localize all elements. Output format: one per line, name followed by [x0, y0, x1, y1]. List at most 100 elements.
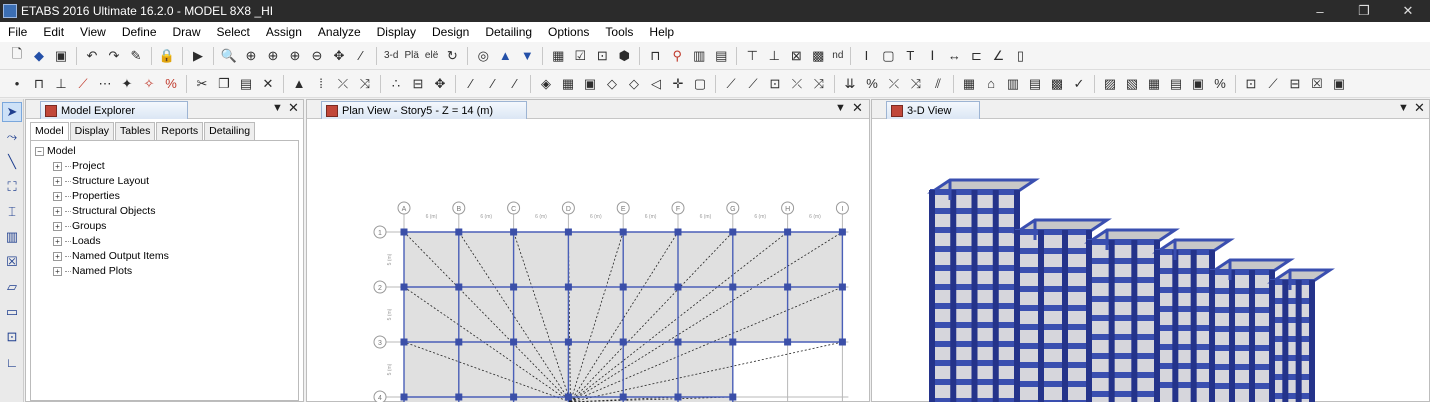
- erase-icon[interactable]: ✂: [193, 75, 211, 93]
- zoom-in-step-icon[interactable]: ⊕: [286, 47, 304, 65]
- 3d-view-canvas[interactable]: [872, 120, 1429, 402]
- frame-icon[interactable]: ⊓: [646, 47, 664, 65]
- design-check-icon[interactable]: ✓: [1070, 75, 1088, 93]
- shell-2-icon[interactable]: ◇: [625, 75, 643, 93]
- panel-close-icon[interactable]: ✕: [288, 100, 299, 116]
- menu-select[interactable]: Select: [209, 25, 258, 39]
- draw-column-tool-icon[interactable]: ⌶: [2, 202, 22, 222]
- run-analysis-icon[interactable]: ▶: [189, 47, 207, 65]
- node-button[interactable]: nd: [832, 50, 843, 61]
- draw-floor-icon[interactable]: %: [162, 75, 180, 93]
- draw-column-icon[interactable]: ⊥: [52, 75, 70, 93]
- draw-brace-icon[interactable]: ⟋: [74, 75, 92, 93]
- select-intersect-icon[interactable]: ⊟: [1286, 75, 1304, 93]
- delete-icon[interactable]: ✕: [259, 75, 277, 93]
- area-load-icon[interactable]: ▢: [691, 75, 709, 93]
- draw-rectangle-icon[interactable]: ▭: [2, 302, 22, 322]
- draw-braces-icon[interactable]: ☒: [2, 252, 22, 272]
- plan-dropdown-icon[interactable]: ▼: [835, 102, 846, 114]
- tree-item-groups[interactable]: + Groups: [35, 219, 298, 234]
- expand-icon[interactable]: +: [53, 207, 62, 216]
- shear-wall-design-icon[interactable]: ▣: [1189, 75, 1207, 93]
- select-all-icon[interactable]: ☒: [1308, 75, 1326, 93]
- show-stress-icon[interactable]: ▤: [1026, 75, 1044, 93]
- show-reactions-icon[interactable]: ▥: [1004, 75, 1022, 93]
- extrude-icon[interactable]: ⬢: [615, 47, 633, 65]
- 3d-view-tab[interactable]: 3-D View: [886, 101, 980, 119]
- assign-diaphragm-icon[interactable]: ⤨: [810, 75, 828, 93]
- subtab-model[interactable]: Model: [30, 122, 69, 141]
- section-cut-icon[interactable]: ◈: [537, 75, 555, 93]
- tree-item-loads[interactable]: + Loads: [35, 234, 298, 249]
- draw-wall-tool-icon[interactable]: ∟: [2, 352, 22, 372]
- draw-strip-icon[interactable]: ⁄: [506, 75, 524, 93]
- subtab-tables[interactable]: Tables: [115, 122, 156, 140]
- menu-draw[interactable]: Draw: [165, 25, 209, 39]
- assign-icon[interactable]: ⊡: [593, 47, 611, 65]
- menu-design[interactable]: Design: [424, 25, 477, 39]
- zoom-window-icon[interactable]: 🔍: [220, 47, 238, 65]
- copy-icon[interactable]: ❐: [215, 75, 233, 93]
- minimize-button[interactable]: –: [1298, 0, 1342, 22]
- menu-view[interactable]: View: [72, 25, 114, 39]
- pointer-icon[interactable]: ➤: [2, 102, 22, 122]
- 3d-close-icon[interactable]: ✕: [1414, 100, 1425, 116]
- collapse-icon[interactable]: −: [35, 147, 44, 156]
- assign-release-icon[interactable]: ⟋: [744, 75, 762, 93]
- draw-in-region-icon[interactable]: ⛶: [2, 177, 22, 197]
- draw-beam-icon[interactable]: ⊓: [30, 75, 48, 93]
- subtab-detailing[interactable]: Detailing: [204, 122, 256, 140]
- draw-rebar-icon[interactable]: ⁄: [484, 75, 502, 93]
- point-load-icon[interactable]: ✛: [669, 75, 687, 93]
- menu-options[interactable]: Options: [540, 25, 597, 39]
- set-display-options-icon[interactable]: ☑: [571, 47, 589, 65]
- select-poly-icon[interactable]: ⟋: [1264, 75, 1282, 93]
- menu-display[interactable]: Display: [369, 25, 424, 39]
- measure-icon[interactable]: ⁄: [352, 47, 370, 65]
- snap-icon[interactable]: ∴: [387, 75, 405, 93]
- draw-wall-icon[interactable]: ⁞: [312, 75, 330, 93]
- draw-opening-icon[interactable]: ⤫: [334, 75, 352, 93]
- show-forces-icon[interactable]: ▦: [960, 75, 978, 93]
- grid-icon[interactable]: ▦: [559, 75, 577, 93]
- move-up-icon[interactable]: ▲: [496, 47, 514, 65]
- wall-icon[interactable]: ▥: [690, 47, 708, 65]
- zoom-restore-icon[interactable]: ⊕: [242, 47, 260, 65]
- frame-load-icon[interactable]: ⇊: [841, 75, 859, 93]
- tree-item-project[interactable]: + Project: [35, 159, 298, 174]
- pan-icon[interactable]: ✥: [330, 47, 348, 65]
- tree-item-named-plots[interactable]: + Named Plots: [35, 264, 298, 279]
- spring-icon[interactable]: ⊥: [765, 47, 783, 65]
- concrete-design-icon[interactable]: ▧: [1123, 75, 1141, 93]
- reference-line-icon[interactable]: ⊟: [409, 75, 427, 93]
- assign-joint-icon[interactable]: ⊡: [766, 75, 784, 93]
- expand-icon[interactable]: +: [53, 162, 62, 171]
- close-button[interactable]: ✕: [1386, 0, 1430, 22]
- menu-tools[interactable]: Tools: [597, 25, 641, 39]
- secondary-beam-icon[interactable]: ✧: [140, 75, 158, 93]
- story-icon[interactable]: ▣: [581, 75, 599, 93]
- null-area-icon[interactable]: ◁: [647, 75, 665, 93]
- draw-point-icon[interactable]: ⊡: [2, 327, 22, 347]
- tree-item-structure-layout[interactable]: + Structure Layout: [35, 174, 298, 189]
- open-icon[interactable]: ◆: [30, 47, 48, 65]
- rotate-icon[interactable]: ↻: [443, 47, 461, 65]
- draw-link-icon[interactable]: ⋯: [96, 75, 114, 93]
- panel-dropdown-icon[interactable]: ▼: [272, 102, 283, 114]
- view-3d-button[interactable]: 3-d: [384, 50, 398, 61]
- expand-icon[interactable]: +: [53, 177, 62, 186]
- plan-close-icon[interactable]: ✕: [852, 100, 863, 116]
- subtab-display[interactable]: Display: [69, 122, 115, 140]
- subtab-reports[interactable]: Reports: [156, 122, 204, 140]
- zoom-out-icon[interactable]: ⊖: [308, 47, 326, 65]
- tree-item-named-output-items[interactable]: + Named Output Items: [35, 249, 298, 264]
- tree-root[interactable]: − Model: [35, 144, 298, 159]
- temperature-icon[interactable]: ⤫: [885, 75, 903, 93]
- zoom-in-icon[interactable]: ⊕: [264, 47, 282, 65]
- paste-icon[interactable]: ▤: [237, 75, 255, 93]
- move-down-icon[interactable]: ▼: [518, 47, 536, 65]
- area-load-2-icon[interactable]: ⤨: [907, 75, 925, 93]
- link-icon[interactable]: ⊤: [743, 47, 761, 65]
- plan-view-tab[interactable]: Plan View - Story5 - Z = 14 (m): [321, 101, 527, 119]
- 3d-dropdown-icon[interactable]: ▼: [1398, 102, 1409, 114]
